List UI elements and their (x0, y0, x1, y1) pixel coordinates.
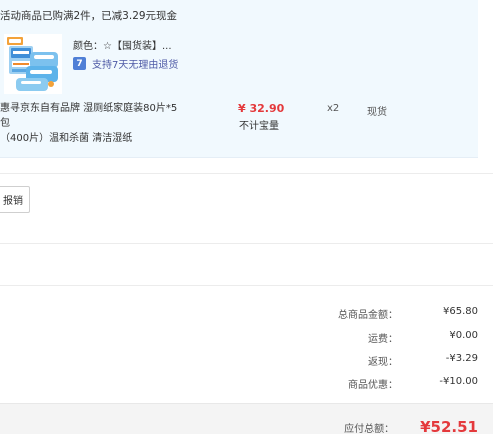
sku-label: 颜色： (73, 41, 103, 52)
summary-shipping-row: 运费： ¥0.00 (298, 330, 478, 345)
divider (0, 285, 493, 286)
item-quantity: x2 (327, 103, 340, 114)
shipping-value: ¥0.00 (449, 330, 478, 341)
product-name-line-2: （400片）温和杀菌 清洁湿纸 (0, 133, 133, 144)
seven-day-return-icon: 7 (73, 57, 86, 70)
order-detail-page: 活动商品已购满2件，已减3.29元现金 颜色：☆【囤货装】... 7 支持7天无… (0, 0, 493, 434)
summary-rebate-row: 返现： -¥3.29 (298, 353, 478, 368)
payable-total-row: 应付总额： ¥52.51 (344, 418, 478, 434)
summary-discount-row: 商品优惠： -¥10.00 (298, 376, 478, 391)
rebate-value: -¥3.29 (445, 353, 478, 364)
return-policy[interactable]: 7 支持7天无理由退货 (73, 56, 178, 71)
summary-total-row: 总商品金额： ¥65.80 (298, 306, 478, 321)
wet-wipes-product-image (4, 34, 62, 94)
shipping-label: 运费： (368, 334, 398, 345)
product-thumbnail[interactable] (4, 34, 62, 94)
total-value: ¥65.80 (443, 306, 478, 317)
divider (0, 243, 493, 244)
discount-value: -¥10.00 (439, 376, 478, 387)
item-price: ¥ 32.90 (238, 102, 285, 115)
product-name-line-1: 惠寻京东自有品牌 湿厕纸家庭装80片*5包 (0, 103, 178, 129)
payable-value: ¥52.51 (420, 418, 478, 434)
payable-label: 应付总额： (344, 424, 395, 434)
reimburse-button[interactable]: 报销 (0, 186, 30, 213)
promo-item-block: 活动商品已购满2件，已减3.29元现金 颜色：☆【囤货装】... 7 支持7天无… (0, 0, 478, 158)
return-policy-text: 支持7天无理由退货 (92, 60, 179, 71)
stock-status: 现货 (367, 107, 387, 118)
discount-label: 商品优惠： (348, 380, 398, 391)
promo-message: 活动商品已购满2件，已减3.29元现金 (0, 10, 178, 22)
total-label: 总商品金额： (338, 310, 398, 321)
rebate-label: 返现： (368, 357, 398, 368)
sku-attribute: 颜色：☆【囤货装】... (73, 37, 172, 52)
payable-total-bar: 应付总额： ¥52.51 (0, 403, 493, 434)
sku-value: ☆【囤货装】... (103, 41, 172, 52)
divider (0, 173, 493, 174)
product-name-link[interactable]: 惠寻京东自有品牌 湿厕纸家庭装80片*5包 （400片）温和杀菌 清洁湿纸 (0, 101, 182, 146)
points-note: 不计宝量 (239, 121, 279, 132)
